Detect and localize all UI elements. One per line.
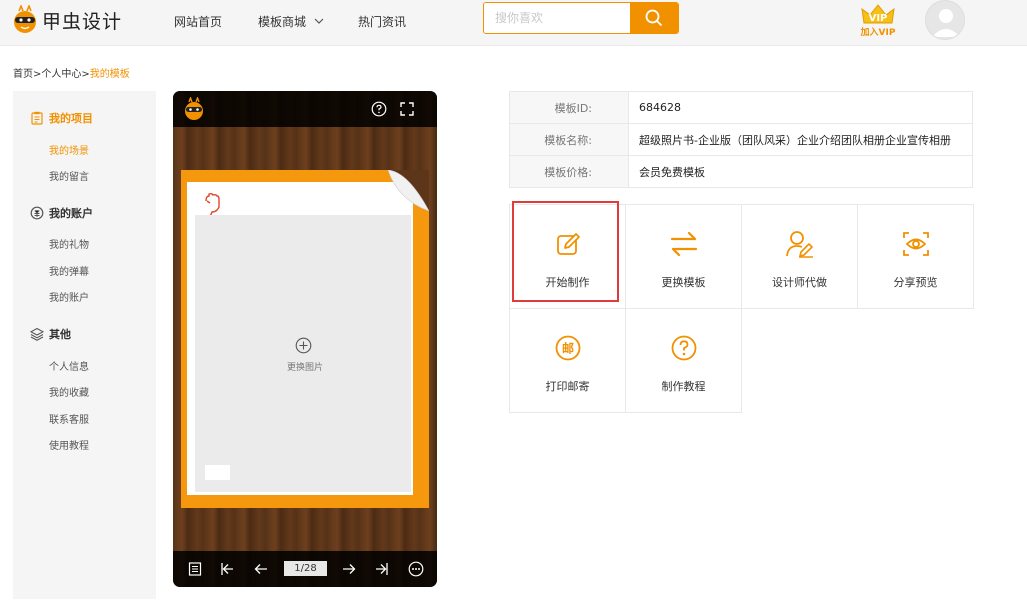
search-box [483,2,679,34]
sidebar-item-my-danmaku[interactable]: 我的弹幕 [49,263,89,278]
sidebar-group-label: 其他 [49,328,71,341]
sidebar-item-contact-service[interactable]: 联系客服 [49,411,89,426]
search-icon [645,9,663,27]
search-input[interactable] [484,3,631,33]
template-name-value: 超级照片书-企业版（团队风采）企业介绍团队相册企业宣传相册 [628,123,973,156]
sidebar: 我的项目 我的场景 我的留言 我的账户 我的礼物 我的弹幕 我的账户 其他 个人… [13,91,156,599]
layers-icon [30,327,44,341]
help-circle-icon[interactable] [371,101,387,117]
share-preview-label: 分享预览 [893,276,938,289]
first-page-icon[interactable] [219,561,235,577]
fullscreen-icon[interactable] [399,101,415,117]
template-price-label: 模板价格: [509,155,629,188]
sidebar-item-my-favorites[interactable]: 我的收藏 [49,384,89,399]
template-name-label: 模板名称: [509,123,629,156]
template-price-value: 会员免费模板 [628,155,973,188]
page-indicator: 1/28 [284,561,327,576]
preview-bottom-bar: 1/28 [173,551,437,587]
breadcrumb: 首页>个人中心>我的模板 [13,65,130,80]
designer-service-label: 设计师代做 [772,276,827,289]
tutorial-label: 制作教程 [661,380,706,393]
share-preview-button[interactable]: 分享预览 [857,204,974,309]
print-mail-button[interactable]: 邮 打印邮寄 [509,308,626,413]
breadcrumb-current: 我的模板 [89,69,130,80]
sidebar-item-my-account[interactable]: 我的账户 [49,289,89,304]
sidebar-group-label: 我的项目 [49,112,93,125]
previous-page-icon[interactable] [253,561,269,577]
page-list-icon[interactable] [187,561,203,577]
nav-template-store[interactable]: 模板商城 [258,13,324,30]
search-button[interactable] [630,3,678,33]
nav-home-label: 网站首页 [174,15,223,29]
table-row: 模板价格: 会员免费模板 [509,155,973,188]
swap-icon [670,231,698,257]
wallet-icon [30,206,44,220]
site-logo[interactable]: 甲虫设计 [12,4,122,36]
preview-top-bar [173,91,437,127]
template-id-label: 模板ID: [509,91,629,124]
chevron-down-icon [314,18,324,24]
help-icon [671,335,697,361]
beetle-mascot-icon [185,97,203,120]
change-template-label: 更换模板 [661,276,706,289]
template-info-table: 模板ID: 684628 模板名称: 超级照片书-企业版（团队风采）企业介绍团队… [509,91,973,188]
page-tag [205,465,230,480]
breadcrumb-separator: > [81,69,90,80]
nav-hot-news[interactable]: 热门资讯 [358,13,406,30]
crown-icon: VIP [861,4,895,24]
last-page-icon[interactable] [374,561,390,577]
sidebar-group-label: 我的账户 [49,207,93,220]
table-row: 模板ID: 684628 [509,91,973,124]
sidebar-group-my-account[interactable]: 我的账户 [30,205,93,221]
svg-text:邮: 邮 [562,341,574,356]
print-mail-label: 打印邮寄 [545,380,590,393]
tutorial-button[interactable]: 制作教程 [625,308,742,413]
join-vip-button[interactable]: VIP 加入VIP [858,3,898,38]
nav-template-store-label: 模板商城 [258,15,307,29]
mail-icon: 邮 [555,335,581,361]
sidebar-group-my-projects[interactable]: 我的项目 [30,110,93,126]
fist-icon [205,192,220,218]
more-options-icon[interactable] [408,561,424,577]
sidebar-item-my-gifts[interactable]: 我的礼物 [49,236,89,251]
next-page-icon[interactable] [341,561,357,577]
join-vip-label: 加入VIP [860,28,896,38]
add-circle-icon [295,337,312,354]
breadcrumb-user-center[interactable]: 个人中心 [41,69,81,80]
sidebar-item-my-scenes[interactable]: 我的场景 [49,142,89,157]
nav-home[interactable]: 网站首页 [174,13,222,30]
user-icon [932,9,960,37]
sidebar-item-personal-info[interactable]: 个人信息 [49,358,89,373]
clipboard-icon [31,111,43,125]
eye-icon [903,232,929,256]
breadcrumb-home[interactable]: 首页 [13,69,33,80]
designer-service-button[interactable]: 设计师代做 [741,204,858,309]
template-id-value: 684628 [628,91,973,124]
replace-photo-label: 更换图片 [286,363,323,373]
beetle-mascot-icon [14,5,36,33]
phone-preview: 更换图片 1/28 [173,91,437,587]
nav-hot-news-label: 热门资讯 [358,15,407,29]
change-template-button[interactable]: 更换模板 [625,204,742,309]
user-avatar[interactable] [925,0,965,40]
page-curl [388,170,429,211]
top-header: 甲虫设计 网站首页 模板商城 热门资讯 VIP 加入VIP [0,0,1027,46]
sidebar-item-tutorial[interactable]: 使用教程 [49,437,89,452]
sidebar-item-my-messages[interactable]: 我的留言 [49,168,89,183]
logo-text: 甲虫设计 [42,10,123,33]
svg-text:VIP: VIP [869,13,888,24]
sidebar-group-other[interactable]: 其他 [30,326,71,342]
table-row: 模板名称: 超级照片书-企业版（团队风采）企业介绍团队相册企业宣传相册 [509,123,973,156]
designer-icon [786,231,813,258]
selected-action-highlight [512,201,619,302]
